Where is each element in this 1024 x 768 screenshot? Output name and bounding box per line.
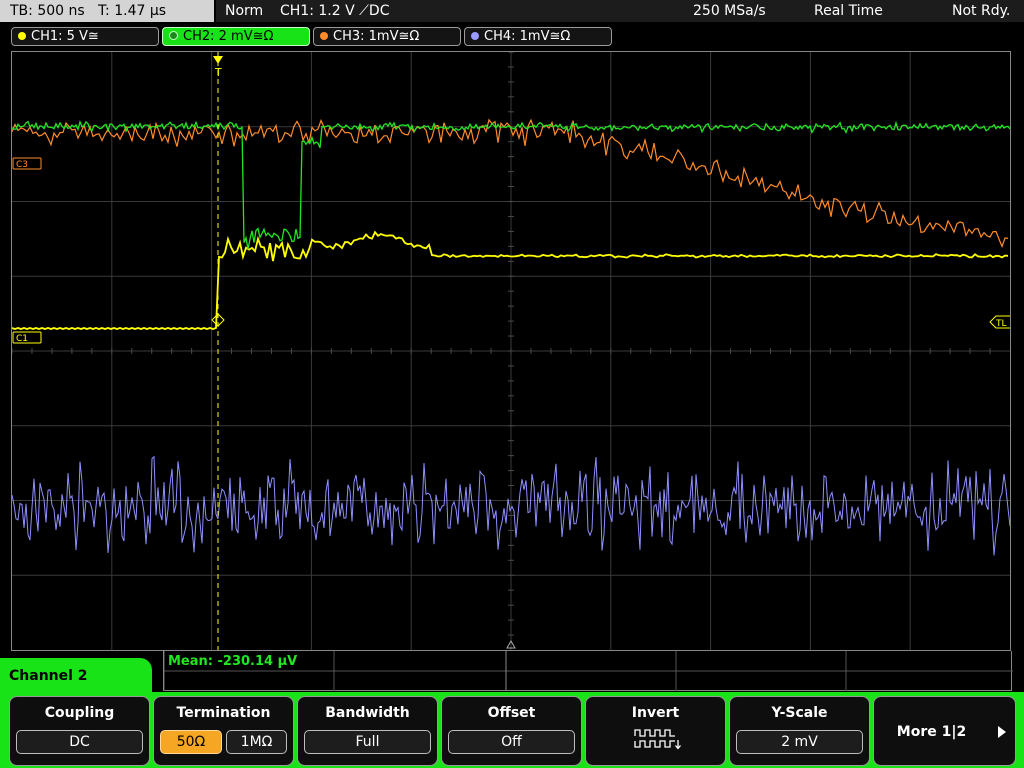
mean-measurement[interactable]: Mean: -230.14 µV — [168, 654, 297, 669]
yscale-title: Y-Scale — [771, 705, 828, 721]
offset-title: Offset — [487, 705, 536, 721]
tab-ch3[interactable]: CH3: 1mV≅Ω — [313, 27, 461, 46]
yscale-softkey[interactable]: Y-Scale 2 mV — [729, 696, 870, 766]
termination-title: Termination — [176, 705, 271, 721]
invert-pulse-icon — [634, 729, 681, 750]
bandwidth-softkey[interactable]: Bandwidth Full — [297, 696, 438, 766]
ch1-marker: C1 — [16, 334, 28, 344]
ch1-color-dot — [18, 32, 26, 40]
tab-ch4-label: CH4: 1mV≅Ω — [484, 29, 571, 44]
trigger-position-label: T — [214, 66, 222, 79]
offset-softkey[interactable]: Offset Off — [441, 696, 582, 766]
termination-1mohm-option[interactable]: 1MΩ — [226, 730, 287, 754]
bandwidth-title: Bandwidth — [325, 705, 410, 721]
waveform-display[interactable]: T C3 C1 TL — [11, 51, 1011, 651]
acquisition-mode: Real Time — [814, 3, 883, 19]
ch4-color-dot — [471, 32, 479, 40]
next-page-icon — [998, 726, 1006, 738]
status-bar: Norm CH1: 1.2 V ⟋DC 250 MSa/s Real Time … — [216, 0, 1024, 22]
waveform-canvas: T C3 C1 TL — [12, 52, 1010, 650]
ch3-marker: C3 — [16, 160, 28, 170]
coupling-value[interactable]: DC — [16, 730, 143, 754]
tab-ch2[interactable]: CH2: 2 mV≅Ω — [162, 27, 310, 46]
timebase-value: TB: 500 ns — [10, 3, 85, 19]
ch3-color-dot — [320, 32, 328, 40]
sample-rate: 250 MSa/s — [693, 3, 766, 19]
invert-softkey[interactable]: Invert — [585, 696, 726, 766]
ch3-trace — [12, 118, 1009, 249]
tab-ch3-label: CH3: 1mV≅Ω — [333, 29, 420, 44]
more-softkey[interactable]: More 1|2 — [873, 696, 1016, 766]
acquisition-status: Not Rdy. — [952, 3, 1011, 19]
invert-title: Invert — [631, 705, 680, 721]
trigger-mode[interactable]: Norm — [225, 0, 263, 22]
termination-50ohm-option[interactable]: 50Ω — [160, 730, 222, 754]
tab-ch1[interactable]: CH1: 5 V≅ — [11, 27, 159, 46]
ch2-color-dot — [169, 31, 178, 40]
trigger-time-value: T: 1.47 µs — [98, 3, 167, 19]
trigger-setting[interactable]: CH1: 1.2 V ⟋DC — [280, 0, 389, 22]
tab-ch4[interactable]: CH4: 1mV≅Ω — [464, 27, 612, 46]
termination-softkey[interactable]: Termination 50Ω 1MΩ — [153, 696, 294, 766]
bandwidth-value[interactable]: Full — [304, 730, 431, 754]
coupling-softkey[interactable]: Coupling DC — [9, 696, 150, 766]
trigger-level-marker: TL — [995, 319, 1007, 329]
coupling-title: Coupling — [44, 705, 115, 721]
tab-ch2-label: CH2: 2 mV≅Ω — [183, 29, 274, 44]
more-label: More 1|2 — [896, 724, 967, 740]
trigger-position-arrow — [213, 56, 223, 64]
yscale-value[interactable]: 2 mV — [736, 730, 863, 754]
timebase-readout[interactable]: TB: 500 ns T: 1.47 µs — [0, 0, 214, 22]
offset-value[interactable]: Off — [448, 730, 575, 754]
tab-ch1-label: CH1: 5 V≅ — [31, 29, 99, 44]
